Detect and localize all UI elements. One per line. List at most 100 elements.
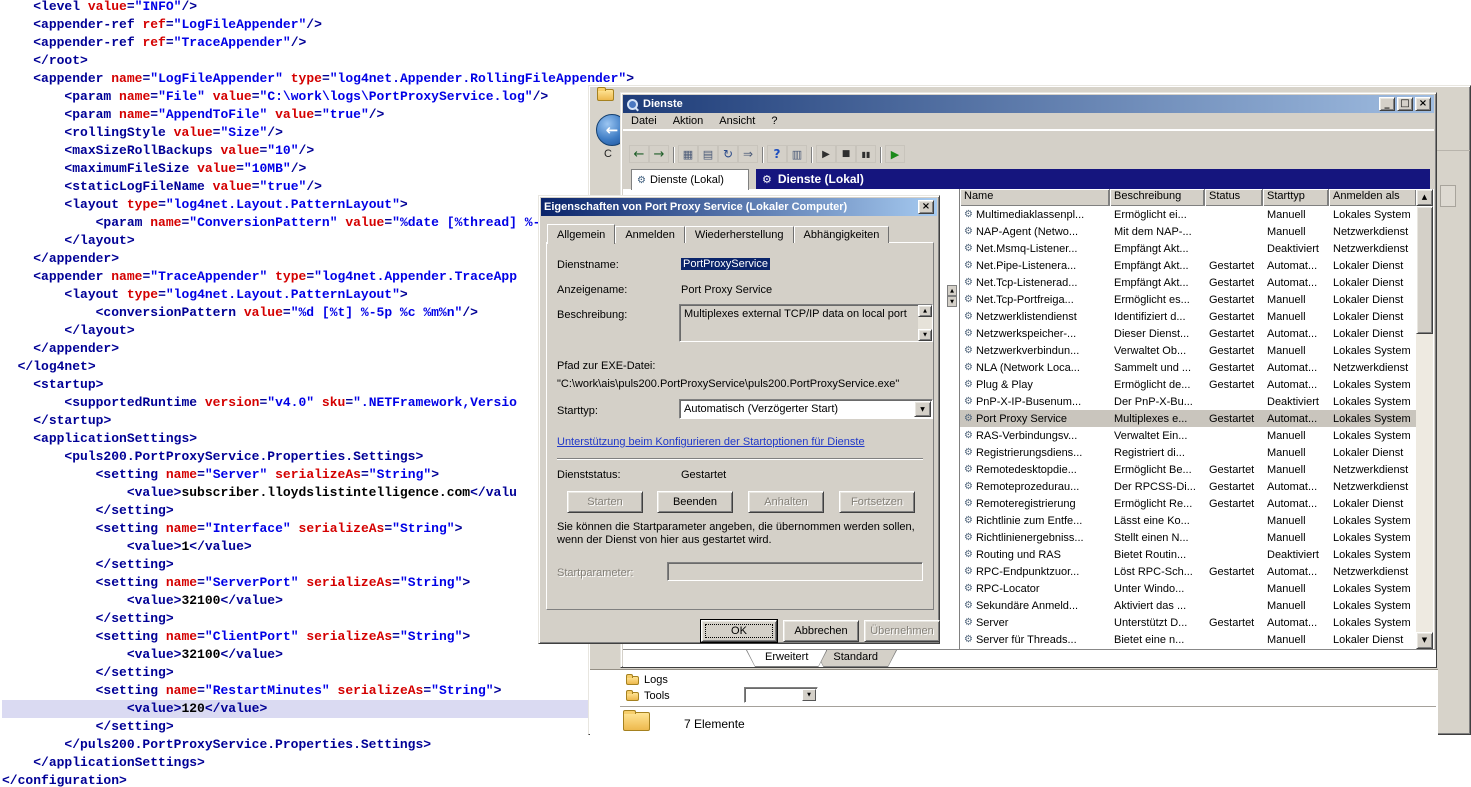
- toolbar-stop-service-button[interactable]: ■: [836, 145, 856, 163]
- table-row[interactable]: ⚙NLA (Network Loca...Sammelt und ...Gest…: [960, 359, 1433, 376]
- close-button[interactable]: ×: [1415, 97, 1431, 111]
- combo-dropdown-button[interactable]: ▼: [914, 401, 931, 417]
- table-row[interactable]: ⚙Remotedesktopdie...Ermöglicht Be...Gest…: [960, 461, 1433, 478]
- toolbar-back-button[interactable]: ←: [629, 145, 649, 163]
- table-row[interactable]: ⚙Net.Msmq-Listener...Empfängt Akt...Deak…: [960, 240, 1433, 257]
- service-cell: Lokales System: [1329, 396, 1417, 408]
- ok-button[interactable]: OK: [701, 620, 777, 642]
- description-scrollbar[interactable]: ▲ ▼: [918, 305, 932, 341]
- close-button[interactable]: ×: [918, 200, 934, 214]
- arrow-down-icon: ▼: [919, 330, 931, 341]
- service-name-cell: ⚙Routing und RAS: [960, 549, 1110, 561]
- titlebar[interactable]: Eigenschaften von Port Proxy Service (Lo…: [541, 198, 937, 216]
- column-header-status[interactable]: Status: [1205, 189, 1263, 206]
- table-row[interactable]: ⚙NetzwerklistendienstIdentifiziert d...G…: [960, 308, 1433, 325]
- startup-options-help-link[interactable]: Unterstützung beim Konfigurieren der Sta…: [557, 436, 865, 448]
- scroll-up-button[interactable]: ▲: [1416, 189, 1433, 206]
- column-header-beschreibung[interactable]: Beschreibung: [1110, 189, 1205, 206]
- service-cell: Lässt eine Ko...: [1110, 515, 1205, 527]
- table-row[interactable]: ⚙Richtlinienergebniss...Stellt einen N..…: [960, 529, 1433, 546]
- tree-tab-dienste-lokal[interactable]: ⚙ Dienste (Lokal): [631, 169, 749, 190]
- folder-item[interactable]: Logs: [626, 673, 668, 687]
- toolbar-forward-button[interactable]: →: [649, 145, 669, 163]
- titlebar[interactable]: Dienste _□×: [623, 95, 1434, 113]
- view-tab-erweitert[interactable]: Erweitert: [746, 650, 827, 667]
- column-header-name[interactable]: Name: [960, 189, 1110, 206]
- scroll-up-icon[interactable]: ▲: [947, 285, 957, 296]
- scrollbar-thumb[interactable]: [1416, 206, 1433, 334]
- folder-item[interactable]: Tools: [626, 689, 670, 703]
- toolbar-restart-service-button[interactable]: ▶: [885, 145, 905, 163]
- service-cell: Gestartet: [1205, 277, 1263, 289]
- menu-?[interactable]: ?: [763, 115, 785, 127]
- toolbar-show-tree-button[interactable]: ▦: [678, 145, 698, 163]
- tab-allgemein[interactable]: Allgemein: [547, 224, 615, 244]
- toolbar-pause-service-button[interactable]: ▮▮: [856, 145, 876, 163]
- table-row[interactable]: ⚙Multimediaklassenpl...Ermöglicht ei...M…: [960, 206, 1433, 223]
- table-row[interactable]: ⚙Net.Pipe-Listenera...Empfängt Akt...Ges…: [960, 257, 1433, 274]
- table-row[interactable]: ⚙ServerUnterstützt D...GestartetAutomat.…: [960, 614, 1433, 631]
- chevron-down-icon[interactable]: ▼: [802, 689, 816, 701]
- maximize-button[interactable]: □: [1397, 97, 1413, 111]
- filter-combobox[interactable]: ▼: [744, 687, 818, 703]
- abbrechen-button[interactable]: Abbrechen: [783, 620, 859, 642]
- scrollbar[interactable]: ▲ ▼: [1416, 189, 1433, 649]
- service-cell: Manuell: [1263, 634, 1329, 646]
- description-field[interactable]: Multiplexes external TCP/IP data on loca…: [679, 304, 933, 342]
- column-header-anmeldenals[interactable]: Anmelden als: [1329, 189, 1417, 206]
- table-row[interactable]: ⚙Sekundäre Anmeld...Aktiviert das ...Man…: [960, 597, 1433, 614]
- table-row[interactable]: ⚙Routing und RASBietet Routin...Deaktivi…: [960, 546, 1433, 563]
- startup-type-combobox[interactable]: Automatisch (Verzögerter Start) ▼: [679, 399, 933, 419]
- menu-datei[interactable]: Datei: [623, 115, 665, 127]
- table-row[interactable]: ⚙Remoteprozedurau...Der RPCSS-Di...Gesta…: [960, 478, 1433, 495]
- service-name-value[interactable]: PortProxyService: [681, 258, 770, 270]
- service-gear-icon: ⚙: [964, 277, 973, 288]
- table-row[interactable]: ⚙Plug & PlayErmöglicht de...GestartetAut…: [960, 376, 1433, 393]
- scroll-down-button[interactable]: ▼: [1416, 632, 1433, 649]
- table-row[interactable]: ⚙Netzwerkverbindun...Verwaltet Ob...Gest…: [960, 342, 1433, 359]
- toolbar-list-button[interactable]: ▤: [698, 145, 718, 163]
- service-cell: Manuell: [1263, 209, 1329, 221]
- mini-scrollbar[interactable]: ▲ ▼: [947, 285, 957, 307]
- tab-wiederherstellung[interactable]: Wiederherstellung: [685, 226, 794, 243]
- view-tab-standard[interactable]: Standard: [814, 650, 897, 667]
- table-row[interactable]: ⚙RemoteregistrierungErmöglicht Re...Gest…: [960, 495, 1433, 512]
- service-cell: Deaktiviert: [1263, 549, 1329, 561]
- toolbar-refresh-button[interactable]: ↻: [718, 145, 738, 163]
- tab-anmelden[interactable]: Anmelden: [615, 226, 685, 243]
- table-row[interactable]: ⚙NAP-Agent (Netwo...Mit dem NAP-...Manue…: [960, 223, 1433, 240]
- service-name-cell: ⚙RPC-Locator: [960, 583, 1110, 595]
- menu-ansicht[interactable]: Ansicht: [711, 115, 763, 127]
- toolbar-start-service-button[interactable]: ▶: [816, 145, 836, 163]
- table-row[interactable]: ⚙Netzwerkspeicher-...Dieser Dienst...Ges…: [960, 325, 1433, 342]
- table-row[interactable]: ⚙Port Proxy ServiceMultiplexes e...Gesta…: [960, 410, 1433, 427]
- table-row[interactable]: ⚙PnP-X-IP-Busenum...Der PnP-X-Bu...Deakt…: [960, 393, 1433, 410]
- table-row[interactable]: ⚙Richtlinie zum Entfe...Lässt eine Ko...…: [960, 512, 1433, 529]
- table-row[interactable]: ⚙RAS-Verbindungsv...Verwaltet Ein...Manu…: [960, 427, 1433, 444]
- table-row[interactable]: ⚙Net.Tcp-Listenerad...Empfängt Akt...Ges…: [960, 274, 1433, 291]
- service-name-cell: ⚙Server für Threads...: [960, 634, 1110, 646]
- table-row[interactable]: ⚙RPC-LocatorUnter Windo...ManuellLokales…: [960, 580, 1433, 597]
- service-name-cell: ⚙Net.Tcp-Listenerad...: [960, 277, 1110, 289]
- column-header-starttyp[interactable]: Starttyp: [1263, 189, 1329, 206]
- toolbar-export-button[interactable]: ⇒: [738, 145, 758, 163]
- table-row[interactable]: ⚙Net.Tcp-Portfreiga...Ermöglicht es...Ge…: [960, 291, 1433, 308]
- beenden-button[interactable]: Beenden: [657, 491, 733, 513]
- toolbar-window-button[interactable]: ▥: [787, 145, 807, 163]
- scroll-up-button[interactable]: ▲: [918, 305, 932, 317]
- toolbar-help-button[interactable]: ?: [767, 145, 787, 163]
- service-name: Net.Pipe-Listenera...: [976, 260, 1076, 272]
- minimize-button[interactable]: _: [1379, 97, 1395, 111]
- table-row[interactable]: ⚙Registrierungsdiens...Registriert di...…: [960, 444, 1433, 461]
- toolbar-separator: [673, 147, 674, 163]
- table-row[interactable]: ⚙RPC-Endpunktzuor...Löst RPC-Sch...Gesta…: [960, 563, 1433, 580]
- service-cell: Gestartet: [1205, 328, 1263, 340]
- services-list: NameBeschreibungStatusStarttypAnmelden a…: [959, 189, 1433, 649]
- scroll-down-button[interactable]: ▼: [918, 329, 932, 341]
- service-gear-icon: ⚙: [964, 413, 973, 424]
- menu-aktion[interactable]: Aktion: [665, 115, 712, 127]
- table-row[interactable]: ⚙Server für Threads...Bietet eine n...Ma…: [960, 631, 1433, 648]
- scroll-down-icon[interactable]: ▼: [947, 296, 957, 307]
- start-params-input[interactable]: [667, 562, 923, 581]
- tab-abhängigkeiten[interactable]: Abhängigkeiten: [794, 226, 890, 243]
